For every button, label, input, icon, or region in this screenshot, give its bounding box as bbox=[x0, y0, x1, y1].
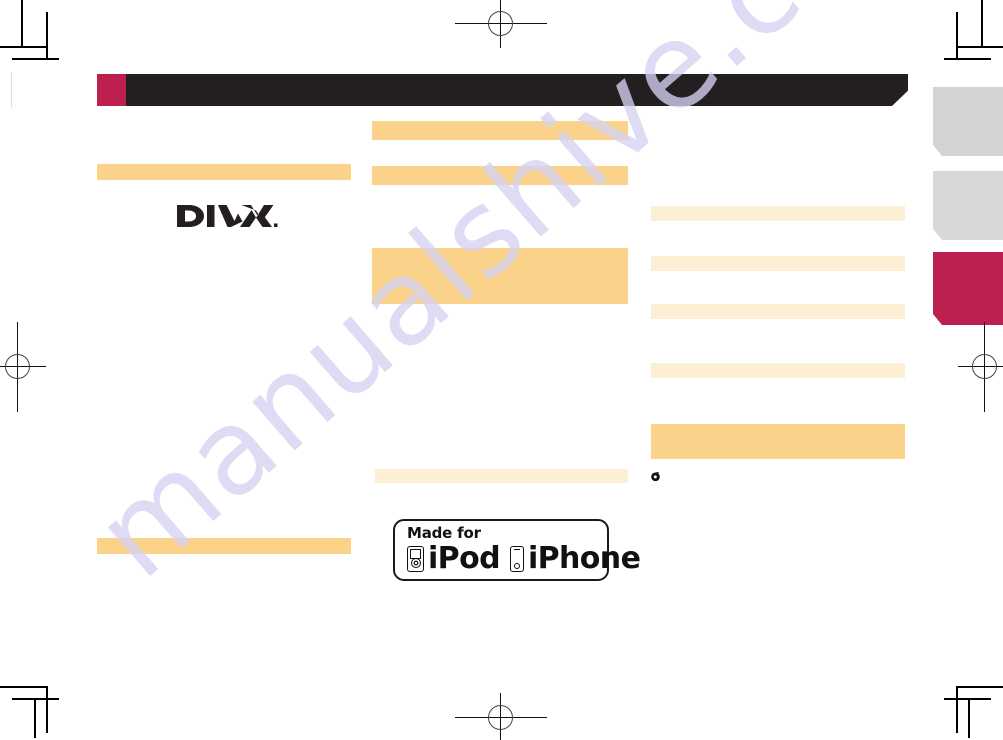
center-heading-2-text bbox=[372, 166, 628, 168]
right-heading-1 bbox=[651, 206, 905, 221]
right-heading-3-text bbox=[651, 304, 905, 306]
center-heading-1 bbox=[372, 121, 628, 140]
left-heading-2 bbox=[97, 538, 351, 554]
left-heading-1-text bbox=[97, 164, 351, 166]
note-bullet-icon bbox=[650, 469, 661, 482]
ipod-icon bbox=[407, 545, 424, 572]
page-guide-rule bbox=[11, 72, 12, 108]
chapter-number-chip bbox=[97, 74, 126, 106]
crop-mark-tr-outer-h bbox=[956, 46, 1003, 48]
center-subheading bbox=[375, 469, 628, 483]
crop-mark-br-outer-v bbox=[956, 686, 958, 733]
center-callout-text bbox=[372, 248, 628, 250]
ipod-label: iPod bbox=[428, 540, 501, 576]
divx-logo bbox=[176, 202, 278, 230]
crop-mark-tl-outer-v bbox=[21, 0, 23, 47]
right-heading-2 bbox=[651, 256, 905, 271]
made-for-devices-row: iPod iPhone bbox=[407, 540, 641, 576]
crop-mark-br-inner-v bbox=[968, 698, 970, 738]
left-heading-2-text bbox=[97, 538, 351, 540]
center-callout-box bbox=[372, 248, 628, 304]
center-heading-2 bbox=[372, 166, 628, 185]
made-for-label: Made for bbox=[407, 523, 481, 542]
side-tab-3-active[interactable] bbox=[933, 252, 1003, 325]
center-heading-1-text bbox=[372, 121, 628, 123]
chapter-header-band bbox=[97, 74, 908, 106]
crop-mark-tr-outer-v bbox=[981, 0, 983, 47]
crop-mark-tl-outer-h bbox=[0, 46, 47, 48]
crop-mark-bl-inner-v bbox=[34, 698, 36, 738]
center-subheading-text bbox=[375, 469, 628, 471]
right-callout-text bbox=[651, 424, 905, 426]
right-heading-4 bbox=[651, 363, 905, 378]
chapter-title-bar bbox=[126, 74, 908, 106]
crop-mark-br-outer-h bbox=[956, 686, 1003, 688]
right-heading-4-text bbox=[651, 363, 905, 365]
side-tab-2[interactable] bbox=[933, 171, 1003, 240]
made-for-ipod-iphone-badge: Made for iPod iPhone bbox=[393, 519, 641, 581]
crop-mark-tr-inner-h bbox=[944, 58, 991, 60]
crop-mark-bl-outer-v bbox=[46, 686, 48, 733]
right-heading-1-text bbox=[651, 206, 905, 208]
crop-mark-tr-inner-v bbox=[956, 12, 958, 59]
reg-target-bottom bbox=[455, 693, 547, 740]
iphone-label: iPhone bbox=[527, 540, 641, 576]
reg-target-top bbox=[455, 0, 547, 48]
crop-mark-bl-outer-h bbox=[0, 686, 47, 688]
reg-target-right bbox=[958, 322, 1003, 412]
right-heading-2-text bbox=[651, 256, 905, 258]
right-callout-box bbox=[651, 424, 905, 459]
side-tab-1[interactable] bbox=[933, 87, 1003, 156]
right-heading-3 bbox=[651, 304, 905, 319]
left-heading-1 bbox=[97, 164, 351, 180]
crop-mark-tl-inner-v bbox=[46, 12, 48, 59]
reg-target-left bbox=[0, 322, 46, 412]
manual-page: Made for iPod iPhone manualshive.com bbox=[0, 0, 1003, 740]
iphone-icon bbox=[509, 545, 524, 572]
crop-mark-tl-inner-h bbox=[12, 58, 59, 60]
